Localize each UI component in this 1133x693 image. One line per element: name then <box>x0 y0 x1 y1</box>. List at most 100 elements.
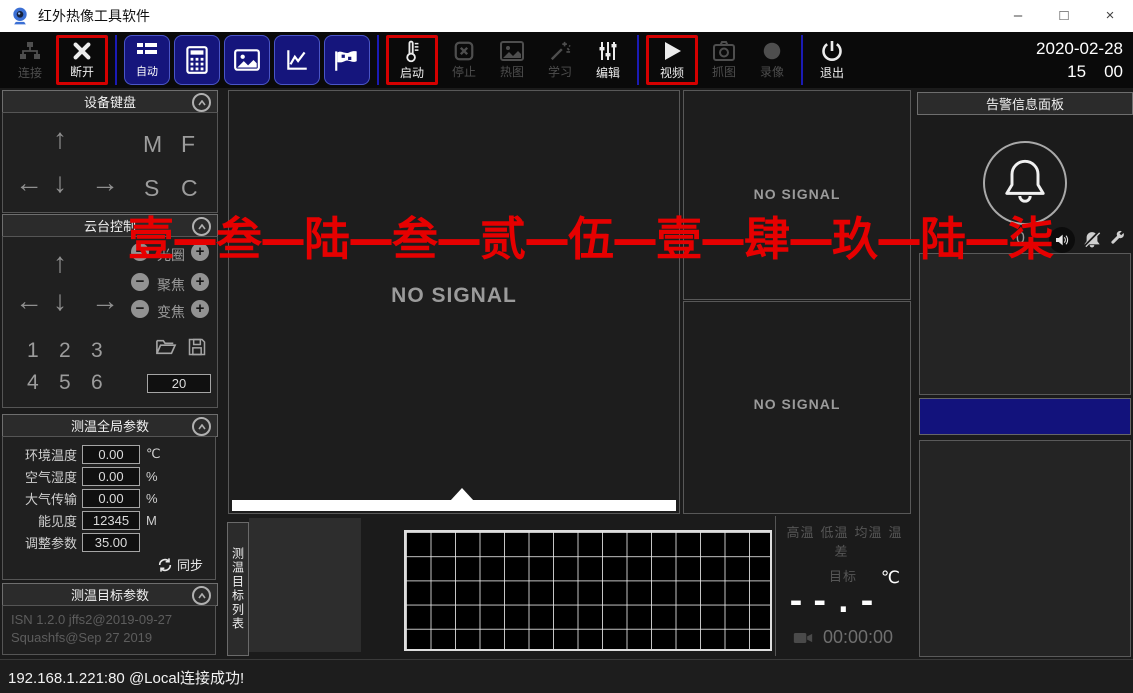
thermometer-icon <box>401 39 423 63</box>
focus-plus-button[interactable]: + <box>191 273 209 291</box>
disconnect-highlight: 断开 <box>56 35 108 85</box>
visibility-input[interactable]: 12345 <box>82 511 140 530</box>
collapse-icon[interactable] <box>192 93 211 112</box>
alarm-list-panel <box>919 253 1131 395</box>
toolbar-separator <box>377 35 379 85</box>
calculator-icon <box>184 45 210 75</box>
video-camera-icon <box>793 631 813 645</box>
param-label: 调整参数 <box>3 533 77 552</box>
title-bar: 红外热像工具软件 – □ × <box>0 0 1133 32</box>
volume-button[interactable] <box>1049 227 1075 253</box>
heatmap-button: 热图 <box>488 35 536 85</box>
camera-icon <box>712 40 736 62</box>
hour-text: 15 <box>1067 60 1086 83</box>
flag-icon <box>333 48 361 72</box>
curve-button[interactable] <box>274 35 320 85</box>
speed-input[interactable]: 20 <box>147 374 211 393</box>
param-row: 空气湿度 0.00 % <box>3 465 215 487</box>
toolbar: 连接 断开 自动 <box>0 32 1133 88</box>
key-up-button[interactable]: ↑ <box>53 125 67 153</box>
device-keyboard-panel: ↑ M F ← ↓ → S C <box>2 112 218 213</box>
no-signal-text: NO SIGNAL <box>684 396 910 412</box>
close-button[interactable]: × <box>1087 0 1133 32</box>
preset-3-button[interactable]: 3 <box>91 339 103 363</box>
image-button[interactable] <box>224 35 270 85</box>
learn-button: 学习 <box>536 35 584 85</box>
section-header-alarm-panel: 告警信息面板 <box>917 92 1133 115</box>
exit-button[interactable]: 退出 <box>808 35 856 85</box>
zoom-plus-button[interactable]: + <box>191 300 209 318</box>
watermark: 壹—叁—陆—叁—贰—伍—壹—肆—玖—陆—柒 <box>128 203 1038 269</box>
play-icon <box>660 39 684 63</box>
stat-labels: 高温低温均温温差 <box>776 522 910 560</box>
disconnect-button[interactable]: 断开 <box>59 38 105 82</box>
tab-target-list[interactable]: 测温目标列表 <box>227 522 249 656</box>
snapshot-button: 抓图 <box>700 35 748 85</box>
temperature-reading: --.- <box>776 584 892 620</box>
magic-wand-icon <box>549 40 571 62</box>
edit-button[interactable]: 编辑 <box>584 35 632 85</box>
mute-alarm-button[interactable] <box>1082 230 1102 253</box>
preset-5-button[interactable]: 5 <box>59 371 71 395</box>
adjust-param-input[interactable]: 35.00 <box>82 533 140 552</box>
preset-2-button[interactable]: 2 <box>59 339 71 363</box>
sliders-icon <box>596 39 620 63</box>
start-button[interactable]: 启动 <box>389 38 435 82</box>
save-preset-button[interactable] <box>187 337 207 362</box>
ptz-down-button[interactable]: ↓ <box>53 287 67 315</box>
section-header-device-keyboard: 设备键盘 <box>2 90 218 113</box>
key-s-button[interactable]: S <box>144 175 159 202</box>
ambient-temp-input[interactable]: 0.00 <box>82 445 140 464</box>
list-icon <box>135 41 159 63</box>
ptz-up-button[interactable]: ↑ <box>53 249 67 277</box>
key-c-button[interactable]: C <box>181 175 198 202</box>
image-icon <box>233 48 261 72</box>
calculator-button[interactable] <box>174 35 220 85</box>
key-down-button[interactable]: ↓ <box>53 169 67 197</box>
alarm-selected-row[interactable] <box>919 398 1131 435</box>
humidity-input[interactable]: 0.00 <box>82 467 140 486</box>
sync-button[interactable]: 同步 <box>157 555 203 574</box>
auto-button[interactable]: 自动 <box>124 35 170 85</box>
alarm-settings-button[interactable] <box>1109 230 1126 252</box>
datetime-display: 2020-02-28 1500 <box>1036 37 1123 83</box>
video-highlight: 视频 <box>646 35 698 85</box>
video-button[interactable]: 视频 <box>649 38 695 82</box>
key-right-button[interactable]: → <box>91 169 119 197</box>
target-params-panel: ISN 1.2.0 jffs2@2019-09-27 Squashfs@Sep … <box>2 605 216 655</box>
bell-slash-icon <box>1082 230 1102 248</box>
alarm-detail-panel <box>919 440 1131 657</box>
param-label: 空气湿度 <box>3 467 77 486</box>
open-folder-icon <box>155 337 177 357</box>
trend-chart-icon <box>284 47 310 73</box>
ptz-left-button[interactable]: ← <box>15 287 43 315</box>
param-label: 能见度 <box>3 511 77 530</box>
zoom-label: 变焦 <box>157 302 185 322</box>
collapse-icon[interactable] <box>192 417 211 436</box>
firmware-line: ISN 1.2.0 jffs2@2019-09-27 <box>11 611 215 629</box>
minimize-button[interactable]: – <box>995 0 1041 32</box>
record-timer: 00:00:00 <box>776 627 910 648</box>
ptz-right-button[interactable]: → <box>91 287 119 315</box>
flag-button[interactable] <box>324 35 370 85</box>
heatmap-icon <box>499 40 525 62</box>
temperature-grid-chart <box>404 530 772 651</box>
date-text: 2020-02-28 <box>1036 37 1123 60</box>
param-unit: % <box>146 491 158 506</box>
palette-slider-handle[interactable] <box>450 488 474 501</box>
key-m-button[interactable]: M <box>143 131 162 158</box>
key-left-button[interactable]: ← <box>15 169 43 197</box>
focus-minus-button[interactable]: − <box>131 273 149 291</box>
key-f-button[interactable]: F <box>181 131 195 158</box>
load-preset-button[interactable] <box>155 337 177 362</box>
maximize-button[interactable]: □ <box>1041 0 1087 32</box>
zoom-minus-button[interactable]: − <box>131 300 149 318</box>
target-list-area <box>249 518 361 652</box>
palette-slider[interactable] <box>232 500 676 511</box>
transmission-input[interactable]: 0.00 <box>82 489 140 508</box>
focus-label: 聚焦 <box>157 275 185 295</box>
collapse-icon[interactable] <box>192 586 211 605</box>
preset-1-button[interactable]: 1 <box>27 339 39 363</box>
preset-6-button[interactable]: 6 <box>91 371 103 395</box>
preset-4-button[interactable]: 4 <box>27 371 39 395</box>
